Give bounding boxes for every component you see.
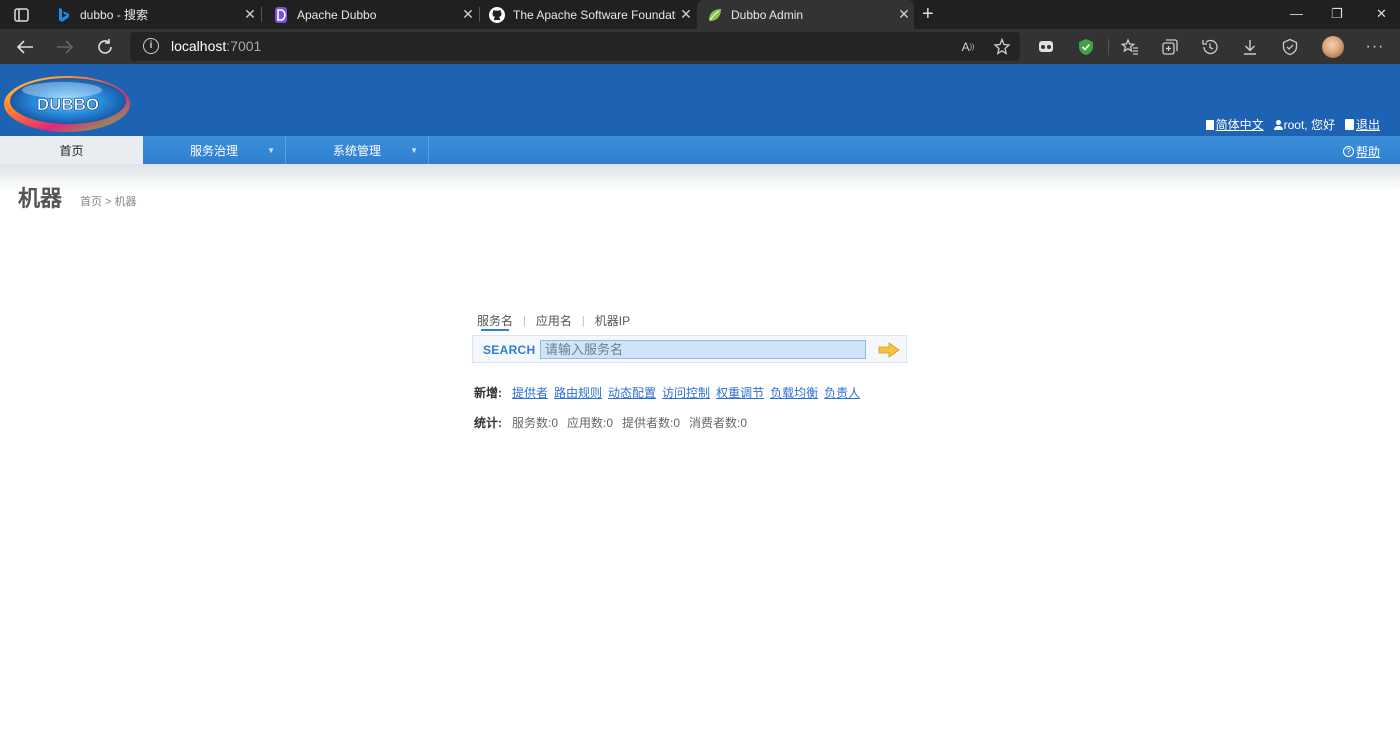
chevron-down-icon: ▼: [410, 146, 418, 155]
tab-application-name[interactable]: 应用名: [536, 312, 572, 329]
page-title: 机器: [18, 186, 63, 211]
toolbar-divider: [1108, 39, 1109, 55]
close-window-button[interactable]: ✕: [1376, 6, 1387, 22]
address-bar[interactable]: i localhost:7001 A)): [130, 32, 1020, 61]
url-text: localhost:7001: [171, 38, 262, 54]
language-link[interactable]: 简体中文: [1205, 116, 1264, 133]
create-access-control-link[interactable]: 访问控制: [662, 384, 710, 401]
tab-machine-ip[interactable]: 机器IP: [595, 312, 630, 329]
tab-divider: [261, 7, 262, 22]
chevron-down-icon: ▼: [267, 146, 275, 155]
tab-title: dubbo - 搜索: [80, 8, 149, 22]
tab-service-name[interactable]: 服务名: [477, 312, 513, 331]
github-icon: [489, 6, 505, 23]
shield-icon[interactable]: [1076, 37, 1096, 57]
new-tab-button[interactable]: +: [922, 3, 934, 26]
refresh-icon[interactable]: [95, 37, 115, 57]
tab-actions-icon[interactable]: [10, 6, 32, 24]
stat-services: 服务数:0: [512, 416, 559, 430]
search-box: SEARCH: [472, 335, 907, 363]
nav-item-label: 首页: [59, 144, 84, 158]
browser-toolbar: i localhost:7001 A)) 1 ···: [0, 29, 1400, 87]
nav-item-label: 系统管理: [332, 144, 381, 158]
help-label: 帮助: [1355, 145, 1380, 159]
nav-item-system-management[interactable]: 系统管理 ▼: [286, 136, 429, 164]
document-icon: [1205, 119, 1214, 130]
create-weight-link[interactable]: 权重调节: [716, 384, 764, 401]
profile-avatar[interactable]: [1322, 36, 1344, 58]
search-submit-arrow-icon[interactable]: [878, 342, 900, 358]
site-info-icon[interactable]: i: [143, 38, 159, 54]
browser-tab-dubbo-admin[interactable]: Dubbo Admin ✕: [697, 0, 914, 29]
collections-icon[interactable]: [1160, 37, 1180, 57]
search-label: SEARCH: [483, 343, 536, 357]
dubbo-icon: [273, 6, 289, 23]
history-icon[interactable]: [1200, 37, 1220, 57]
create-links-row: 新增: 提供者 路由规则 动态配置 访问控制 权重调节 负载均衡 负责人: [474, 384, 866, 401]
extension-icon[interactable]: [1036, 37, 1056, 57]
create-owner-link[interactable]: 负责人: [824, 384, 860, 401]
help-icon: ?: [1342, 146, 1354, 157]
favorites-icon[interactable]: [1120, 37, 1140, 57]
minimize-button[interactable]: —: [1290, 6, 1303, 21]
restore-button[interactable]: ❐: [1331, 6, 1343, 22]
create-label: 新增:: [474, 386, 502, 400]
search-input[interactable]: [540, 340, 866, 359]
help-link[interactable]: ? 帮助: [1342, 143, 1380, 160]
breadcrumb[interactable]: 首页 > 机器: [80, 193, 137, 209]
greeting-text: root, 您好: [1283, 118, 1335, 132]
create-dynamic-config-link[interactable]: 动态配置: [608, 384, 656, 401]
create-route-rule-link[interactable]: 路由规则: [554, 384, 602, 401]
add-favorite-icon[interactable]: [992, 37, 1012, 57]
browser-tab-bing[interactable]: dubbo - 搜索 ✕: [46, 0, 260, 29]
main-nav: 首页 服务治理 ▼ 系统管理 ▼ ? 帮助: [0, 136, 1400, 164]
tab-title: Dubbo Admin: [731, 7, 804, 22]
browser-tab-apache-dubbo[interactable]: Apache Dubbo ✕: [263, 0, 478, 29]
user-icon: [1273, 119, 1283, 130]
nav-item-label: 服务治理: [189, 144, 238, 158]
download-icon[interactable]: [1240, 37, 1260, 57]
stat-applications: 应用数:0: [567, 416, 614, 430]
user-greeting: root, 您好: [1273, 116, 1335, 133]
close-tab-icon[interactable]: ✕: [676, 6, 696, 23]
tab-separator: |: [581, 314, 585, 327]
close-tab-icon[interactable]: ✕: [894, 6, 914, 23]
stats-row: 统计: 服务数:0 应用数:0 提供者数:0 消费者数:0: [474, 414, 756, 431]
logout-link-text[interactable]: 退出: [1356, 116, 1380, 133]
create-load-balance-link[interactable]: 负载均衡: [770, 384, 818, 401]
stat-consumers: 消费者数:0: [689, 416, 748, 430]
search-type-tabs: 服务名 | 应用名 | 机器IP: [477, 312, 630, 331]
browser-tab-strip: dubbo - 搜索 ✕ Apache Dubbo ✕ The Apache S…: [0, 0, 1400, 29]
nav-item-service-governance[interactable]: 服务治理 ▼: [143, 136, 286, 164]
stats-label: 统计:: [474, 416, 502, 430]
tab-title: Apache Dubbo: [297, 7, 377, 22]
header-user-links: 简体中文 root, 您好 退出: [1205, 116, 1380, 133]
close-tab-icon[interactable]: ✕: [458, 6, 478, 23]
read-aloud-icon[interactable]: A)): [958, 37, 978, 57]
page-header-gradient: [0, 164, 1400, 192]
stat-providers: 提供者数:0: [622, 416, 681, 430]
forward-icon[interactable]: [55, 37, 75, 57]
nav-item-home[interactable]: 首页: [0, 136, 143, 164]
browser-essentials-icon[interactable]: [1280, 37, 1300, 57]
more-menu-icon[interactable]: ···: [1365, 37, 1385, 57]
create-provider-link[interactable]: 提供者: [512, 384, 548, 401]
app-header: DUBBO 简体中文 root, 您好 退出: [0, 64, 1400, 136]
logout-link[interactable]: 退出: [1344, 116, 1380, 133]
back-icon[interactable]: [15, 37, 35, 57]
logout-icon: [1344, 119, 1354, 130]
language-link-text[interactable]: 简体中文: [1216, 116, 1264, 133]
tab-title: The Apache Software Foundation: [513, 7, 676, 22]
browser-tab-github[interactable]: The Apache Software Foundation ✕: [479, 0, 696, 29]
svg-text:DUBBO: DUBBO: [37, 95, 99, 114]
tab-separator: |: [523, 314, 526, 327]
close-tab-icon[interactable]: ✕: [240, 6, 260, 23]
bing-icon: [56, 7, 72, 23]
dubbo-logo[interactable]: DUBBO: [2, 68, 132, 134]
spring-leaf-icon: [707, 7, 723, 23]
